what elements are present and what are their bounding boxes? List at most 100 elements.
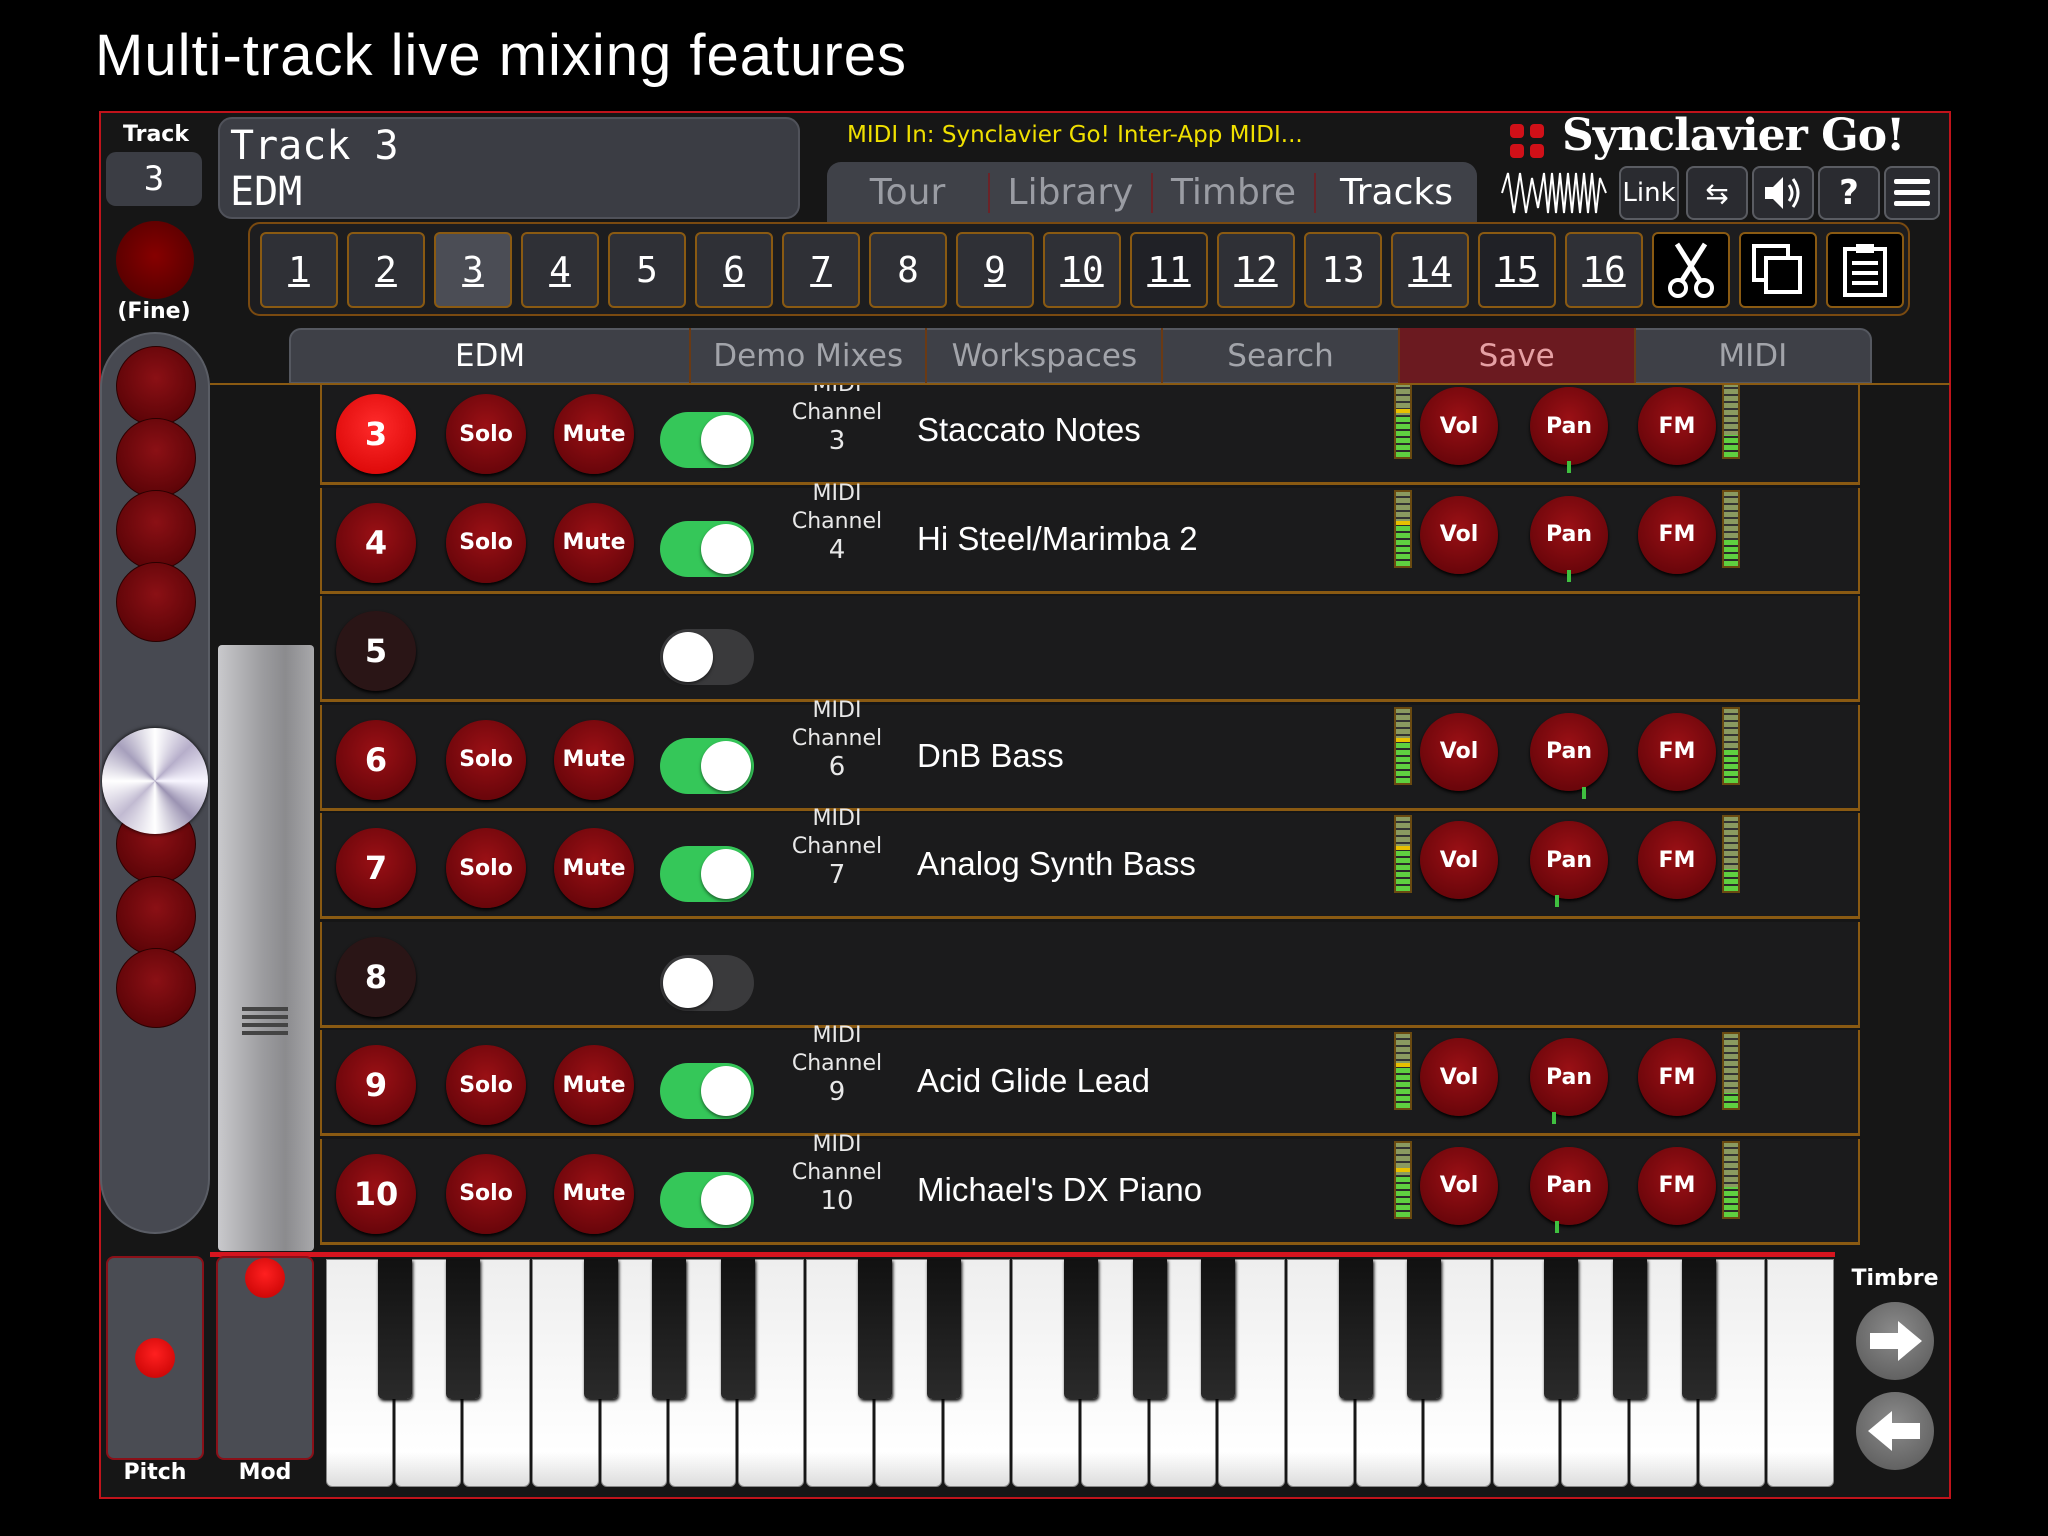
- track-button-4[interactable]: 4: [521, 232, 599, 308]
- track-button-6[interactable]: 6: [695, 232, 773, 308]
- pan-knob[interactable]: Pan: [1530, 1146, 1608, 1225]
- track-number-button[interactable]: 10: [336, 1153, 416, 1234]
- mute-button[interactable]: Mute: [554, 502, 634, 583]
- track-button-3[interactable]: 3: [434, 232, 512, 308]
- track-enable-toggle[interactable]: [660, 1063, 754, 1119]
- tab-timbre[interactable]: Timbre: [1153, 173, 1316, 213]
- fm-knob[interactable]: FM: [1638, 387, 1716, 465]
- scroll-handle[interactable]: [218, 645, 314, 1251]
- track-number-button[interactable]: 8: [336, 936, 416, 1017]
- black-key[interactable]: [1613, 1259, 1648, 1399]
- timbre-name[interactable]: Analog Synth Bass: [917, 845, 1196, 883]
- track-button-16[interactable]: 16: [1565, 232, 1643, 308]
- track-button-5[interactable]: 5: [608, 232, 686, 308]
- mute-button[interactable]: Mute: [554, 1153, 634, 1234]
- swap-icon[interactable]: ⇆: [1686, 166, 1748, 220]
- solo-button[interactable]: Solo: [446, 1045, 526, 1125]
- pitch-wheel[interactable]: [106, 1256, 204, 1460]
- paste-icon[interactable]: [1826, 232, 1904, 308]
- previous-timbre-arrow-icon[interactable]: [1856, 1392, 1934, 1470]
- track-button-2[interactable]: 2: [347, 232, 425, 308]
- pan-knob[interactable]: Pan: [1530, 712, 1608, 791]
- track-button-1[interactable]: 1: [260, 232, 338, 308]
- volume-knob[interactable]: Vol: [1420, 1146, 1498, 1225]
- solo-button[interactable]: Solo: [446, 502, 526, 583]
- track-button-12[interactable]: 12: [1217, 232, 1295, 308]
- fm-knob[interactable]: FM: [1638, 1146, 1716, 1225]
- fine-tune-knob[interactable]: [116, 221, 194, 299]
- track-enable-toggle[interactable]: [660, 412, 754, 468]
- volume-knob[interactable]: Vol: [1420, 387, 1498, 465]
- fm-knob[interactable]: FM: [1638, 495, 1716, 574]
- tab-tracks[interactable]: Tracks: [1316, 173, 1477, 213]
- speaker-icon[interactable]: [1752, 166, 1814, 220]
- scissors-icon[interactable]: [1652, 232, 1730, 308]
- mute-button[interactable]: Mute: [554, 719, 634, 800]
- track-enable-toggle[interactable]: [660, 520, 754, 577]
- link-button[interactable]: Link: [1619, 166, 1679, 220]
- menu-icon[interactable]: [1884, 166, 1940, 220]
- track-button-7[interactable]: 7: [782, 232, 860, 308]
- tab-edm[interactable]: EDM: [291, 328, 692, 384]
- fm-knob[interactable]: FM: [1638, 712, 1716, 791]
- volume-knob[interactable]: Vol: [1420, 712, 1498, 791]
- track-number-button[interactable]: 4: [336, 502, 416, 583]
- black-key[interactable]: [1407, 1259, 1442, 1399]
- black-key[interactable]: [446, 1259, 481, 1399]
- track-button-9[interactable]: 9: [956, 232, 1034, 308]
- track-number-button[interactable]: 7: [336, 828, 416, 908]
- volume-knob[interactable]: Vol: [1420, 495, 1498, 574]
- track-button-13[interactable]: 13: [1304, 232, 1382, 308]
- pan-knob[interactable]: Pan: [1530, 1038, 1608, 1116]
- pad-button[interactable]: [116, 876, 196, 956]
- tab-demo-mixes[interactable]: Demo Mixes: [691, 328, 928, 384]
- pitch-wheel-handle[interactable]: [135, 1338, 175, 1378]
- black-key[interactable]: [1064, 1259, 1098, 1399]
- timbre-name[interactable]: Staccato Notes: [917, 411, 1141, 449]
- black-key[interactable]: [926, 1259, 961, 1399]
- tab-workspaces[interactable]: Workspaces: [927, 328, 1164, 384]
- track-button-11[interactable]: 11: [1130, 232, 1208, 308]
- track-button-10[interactable]: 10: [1043, 232, 1121, 308]
- black-key[interactable]: [1338, 1259, 1373, 1399]
- solo-button[interactable]: Solo: [446, 719, 526, 800]
- track-enable-toggle[interactable]: [660, 737, 754, 794]
- pad-button[interactable]: [116, 948, 196, 1028]
- timbre-name[interactable]: Hi Steel/Marimba 2: [917, 520, 1198, 558]
- help-icon[interactable]: ?: [1818, 166, 1880, 220]
- track-button-8[interactable]: 8: [869, 232, 947, 308]
- track-number-button[interactable]: 9: [336, 1045, 416, 1125]
- pan-knob[interactable]: Pan: [1530, 387, 1608, 465]
- pan-knob[interactable]: Pan: [1530, 821, 1608, 899]
- track-button-14[interactable]: 14: [1391, 232, 1469, 308]
- track-button-15[interactable]: 15: [1478, 232, 1556, 308]
- pad-button[interactable]: [116, 418, 196, 498]
- piano-keyboard[interactable]: [326, 1259, 1836, 1487]
- track-number-button[interactable]: 3: [336, 394, 416, 474]
- track-enable-toggle[interactable]: [660, 954, 754, 1011]
- pan-knob[interactable]: Pan: [1530, 495, 1608, 574]
- track-number-field[interactable]: 3: [106, 152, 202, 206]
- volume-knob[interactable]: Vol: [1420, 1038, 1498, 1116]
- black-key[interactable]: [1132, 1259, 1167, 1399]
- black-key[interactable]: [583, 1259, 618, 1399]
- pad-button[interactable]: [116, 562, 196, 642]
- track-enable-toggle[interactable]: [660, 1171, 754, 1228]
- black-key[interactable]: [652, 1259, 687, 1399]
- mod-wheel[interactable]: [216, 1256, 314, 1460]
- track-enable-toggle[interactable]: [660, 629, 754, 685]
- mute-button[interactable]: Mute: [554, 394, 634, 474]
- pad-button[interactable]: [116, 490, 196, 570]
- solo-button[interactable]: Solo: [446, 1153, 526, 1234]
- tab-midi[interactable]: MIDI: [1636, 328, 1870, 384]
- tab-tour[interactable]: Tour: [827, 173, 990, 213]
- volume-knob[interactable]: Vol: [1420, 821, 1498, 899]
- track-number-button[interactable]: 6: [336, 719, 416, 800]
- fm-knob[interactable]: FM: [1638, 821, 1716, 899]
- timbre-name[interactable]: DnB Bass: [917, 737, 1064, 775]
- tab-save[interactable]: Save: [1399, 328, 1636, 384]
- waveform-icon[interactable]: [1500, 168, 1610, 218]
- next-timbre-arrow-icon[interactable]: [1856, 1302, 1934, 1380]
- copy-icon[interactable]: [1739, 232, 1817, 308]
- solo-button[interactable]: Solo: [446, 828, 526, 908]
